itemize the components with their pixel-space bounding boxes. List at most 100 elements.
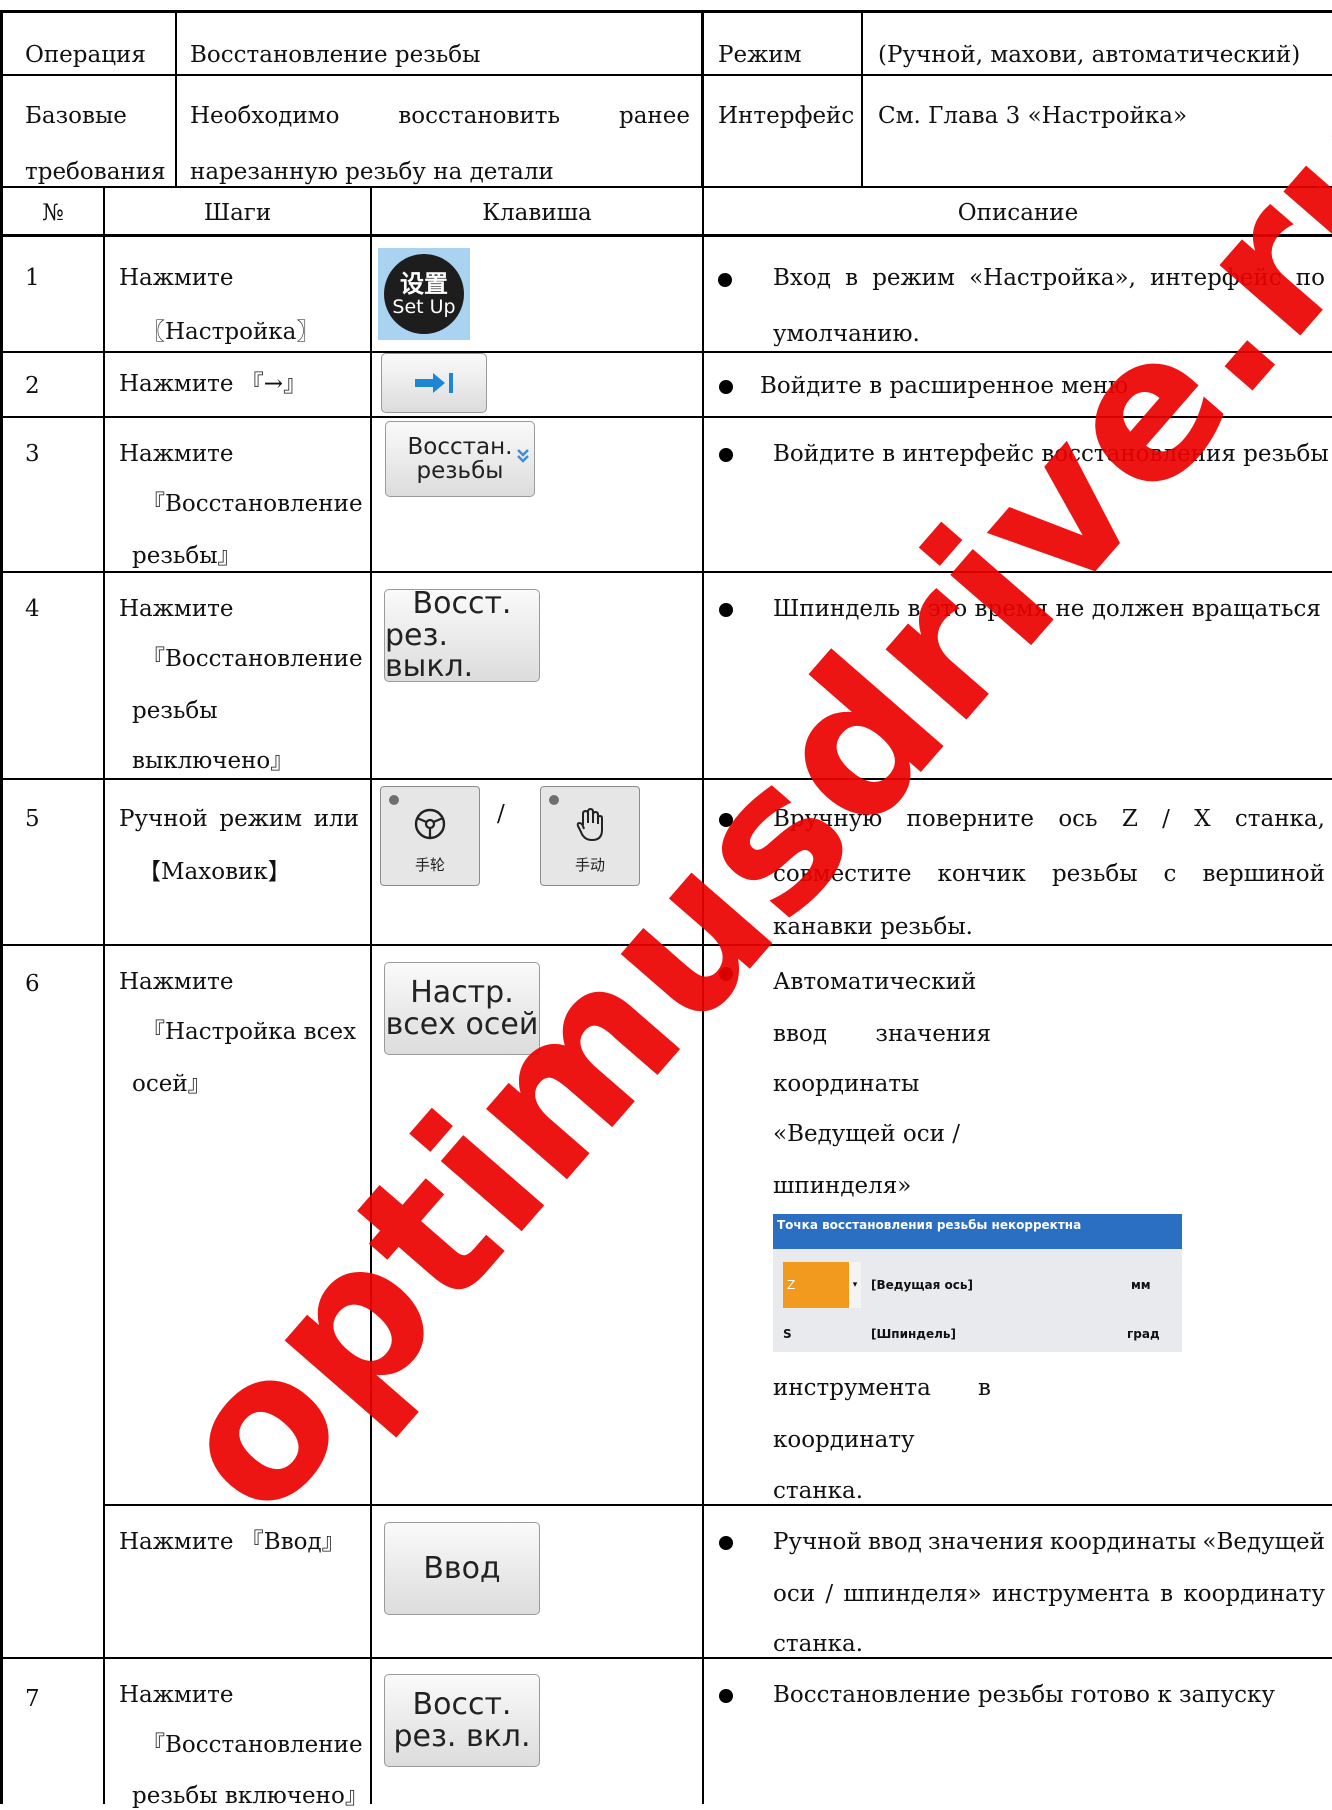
step-number: 2 — [25, 373, 40, 399]
mode-value: (Ручной, махови, автоматический) — [878, 42, 1301, 68]
step-number: 6 — [25, 971, 40, 997]
bullet — [718, 273, 732, 287]
header-divider — [175, 10, 177, 188]
description-text: станка. — [773, 1478, 864, 1504]
bullet — [719, 448, 733, 462]
description-text: Вход в режим «Настройка», интерфейс по — [773, 265, 1325, 291]
column-header-description: Описание — [957, 200, 1079, 226]
description-text: инструмента в — [773, 1375, 991, 1401]
bullet — [719, 1689, 733, 1703]
step-number: 5 — [25, 806, 40, 832]
unit-label: град — [1127, 1327, 1160, 1341]
description-text: Войдите в расширенное меню — [760, 373, 1129, 399]
setup-key-face: 设置 Set Up — [384, 254, 464, 334]
column-header-line — [0, 234, 1332, 237]
interface-label: Интерфейс — [718, 103, 855, 129]
step-text: 〖Настройка〗 — [142, 319, 320, 345]
step-number: 7 — [25, 1686, 40, 1712]
thread-recovery-dialog: Точка восстановления резьбы некорректна … — [773, 1214, 1182, 1352]
row-line — [0, 778, 1332, 780]
row-line — [103, 1504, 1332, 1506]
recovery-on-key[interactable]: Восст. рез. вкл. — [384, 1674, 540, 1767]
bullet — [719, 603, 733, 617]
description-text: шпинделя» — [773, 1173, 912, 1199]
column-header-steps: Шаги — [203, 200, 272, 226]
dropdown-arrow-icon[interactable]: ▾ — [849, 1262, 861, 1308]
axis-select[interactable]: Z — [783, 1262, 849, 1308]
setup-key[interactable]: 设置 Set Up — [378, 248, 470, 340]
spindle-label: [Шпиндель] — [871, 1327, 956, 1341]
row-line — [0, 416, 1332, 418]
step-text: резьбы включено』 — [132, 1783, 368, 1809]
description-text: канавки резьбы. — [773, 914, 973, 940]
description-text: Войдите в интерфейс восстановления резьб… — [773, 441, 1329, 467]
step-number: 3 — [25, 441, 40, 467]
step-text: Нажмите — [119, 596, 234, 622]
description-text: Вручную поверните ось Z / X станка, — [773, 806, 1325, 832]
description-text: Шпиндель в это время не должен вращаться — [773, 596, 1321, 622]
chevron-double-down-icon — [517, 449, 529, 463]
header-divider — [861, 10, 863, 188]
bullet — [719, 380, 733, 394]
arrow-key[interactable] — [381, 353, 487, 413]
step-text: выключено』 — [132, 748, 294, 774]
key-indicator — [549, 795, 559, 805]
header-row-line — [0, 74, 1332, 76]
description-text: умолчанию. — [773, 321, 920, 347]
recovery-off-key[interactable]: Восст. рез. выкл. — [384, 588, 540, 683]
mode-label: Режим — [718, 42, 802, 68]
watermark: optimusdrive.ru — [128, 47, 1332, 1558]
unit-label: мм — [1131, 1278, 1151, 1292]
document-page: Операция Восстановление резьбы Режим (Ру… — [0, 0, 1332, 1809]
step-text: 『Восстановление — [142, 491, 363, 517]
handwheel-icon — [414, 808, 446, 840]
step-text: Нажмите — [119, 969, 234, 995]
description-text: «Ведущей оси / — [773, 1121, 961, 1147]
step-text: Нажмите 『Ввод』 — [119, 1529, 345, 1555]
step-text: резьбы — [132, 698, 218, 724]
bullet — [719, 967, 733, 981]
input-key[interactable]: Ввод — [384, 1522, 540, 1615]
lead-axis-label: [Ведущая ось] — [871, 1278, 973, 1292]
row-line — [0, 571, 1332, 573]
column-divider — [103, 186, 105, 1804]
step-text: осей』 — [132, 1071, 211, 1097]
step-text: 『Восстановление — [142, 1732, 363, 1758]
row-line — [0, 944, 1332, 946]
base-requirements-value: нарезанную резьбу на детали — [190, 159, 554, 185]
description-text: Восстановление резьбы готово к запуску — [773, 1682, 1275, 1708]
base-requirements-label: требования — [25, 159, 166, 185]
thread-recovery-key[interactable]: Восстан. резьбы — [385, 421, 535, 497]
handwheel-key[interactable]: 手轮 — [380, 786, 480, 886]
arrow-right-bar-icon — [415, 373, 453, 393]
column-divider — [370, 186, 372, 1804]
column-header-number: № — [42, 200, 64, 226]
row-line — [0, 1657, 1332, 1659]
table-top-border — [0, 10, 1332, 13]
description-text: станка. — [773, 1631, 864, 1657]
bullet — [719, 1536, 733, 1550]
step-text: Нажмите — [119, 441, 234, 467]
description-text: оси / шпинделя» инструмента в координату — [773, 1581, 1325, 1607]
step-text: Ручной режим или — [119, 806, 359, 832]
dialog-title: Точка восстановления резьбы некорректна — [773, 1214, 1182, 1249]
manual-key[interactable]: 手动 — [540, 786, 640, 886]
base-requirements-value: Необходимо восстановить ранее — [190, 103, 690, 129]
description-text: координаты — [773, 1071, 920, 1097]
table-left-border — [0, 10, 3, 1804]
step-text: 『Восстановление — [142, 646, 363, 672]
column-divider — [702, 186, 704, 1804]
step-text: резьбы』 — [132, 543, 241, 569]
description-text: Автоматический — [773, 969, 977, 995]
step-text: 『Настройка всех — [142, 1019, 357, 1045]
interface-value: См. Глава 3 «Настройка» — [878, 103, 1188, 129]
description-text: совместите кончик резьбы с вершиной — [773, 861, 1325, 887]
base-requirements-label: Базовые — [25, 103, 127, 129]
set-all-axes-key[interactable]: Настр. всех осей — [384, 962, 540, 1055]
row-line — [0, 351, 1332, 353]
spindle-code: S — [783, 1327, 792, 1341]
step-text: 【Маховик】 — [138, 859, 291, 885]
operation-label: Операция — [25, 42, 146, 68]
step-text: Нажмите — [119, 265, 234, 291]
column-header-key: Клавиша — [482, 200, 592, 226]
